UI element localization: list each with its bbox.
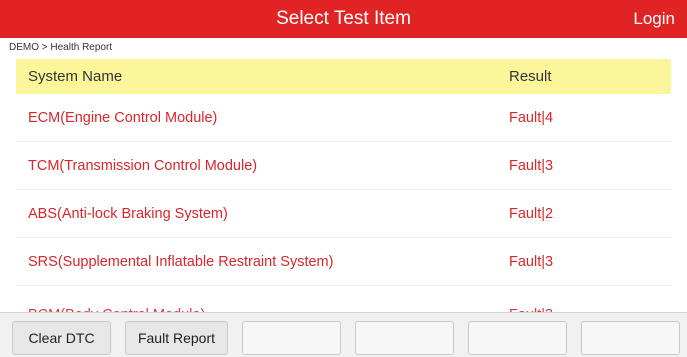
system-name-cell: SRS(Supplemental Inflatable Restraint Sy… (28, 254, 334, 270)
title-bar: Select Test Item Login (0, 0, 687, 38)
page-title: Select Test Item (276, 8, 411, 29)
result-cell: Fault|3 (509, 158, 554, 174)
table-row[interactable]: BCM(Body Control Module) Fault|3 (16, 286, 671, 312)
result-cell: Fault|4 (509, 110, 554, 126)
table-row[interactable]: ABS(Anti-lock Braking System) Fault|2 (16, 190, 671, 238)
empty-button-6[interactable] (581, 321, 680, 355)
system-name-cell: BCM(Body Control Module) (28, 300, 205, 312)
breadcrumb: DEMO > Health Report (9, 42, 113, 53)
table-row[interactable]: ECM(Engine Control Module) Fault|4 (16, 94, 671, 142)
table-header-row: System Name Result (16, 59, 671, 94)
column-header-result: Result (509, 68, 552, 85)
system-name-cell: ABS(Anti-lock Braking System) (28, 206, 228, 222)
result-cell: Fault|3 (509, 254, 554, 270)
table-row[interactable]: TCM(Transmission Control Module) Fault|3 (16, 142, 671, 190)
column-header-system-name: System Name (28, 68, 123, 85)
footer-toolbar: Clear DTC Fault Report (0, 312, 687, 357)
empty-button-5[interactable] (468, 321, 567, 355)
result-cell: Fault|2 (509, 206, 554, 222)
empty-button-3[interactable] (242, 321, 341, 355)
system-name-cell: ECM(Engine Control Module) (28, 110, 218, 126)
health-report-table: System Name Result ECM(Engine Control Mo… (16, 59, 671, 312)
clear-dtc-button[interactable]: Clear DTC (12, 321, 111, 355)
login-button[interactable]: Login (633, 0, 675, 38)
result-cell: Fault|3 (509, 300, 553, 312)
table-row[interactable]: SRS(Supplemental Inflatable Restraint Sy… (16, 238, 671, 286)
system-name-cell: TCM(Transmission Control Module) (28, 158, 258, 174)
fault-report-button[interactable]: Fault Report (125, 321, 228, 355)
empty-button-4[interactable] (355, 321, 454, 355)
